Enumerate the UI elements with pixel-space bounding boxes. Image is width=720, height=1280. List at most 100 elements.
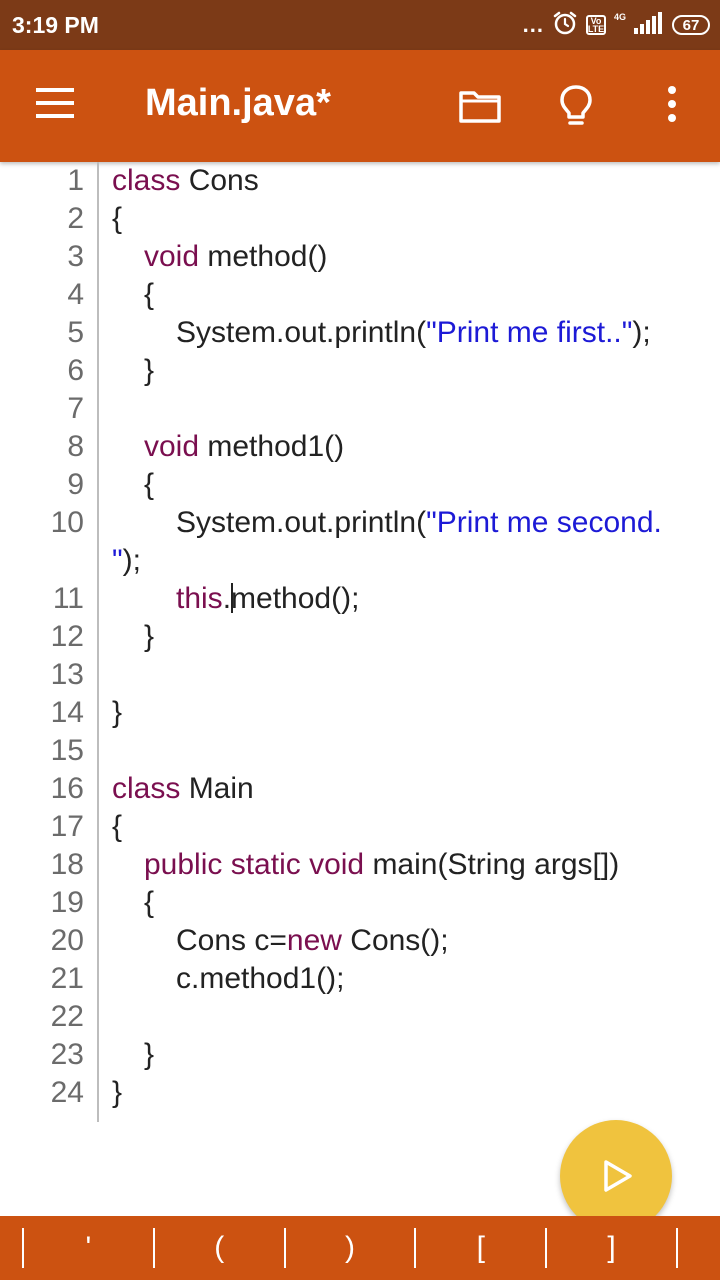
keyword: void bbox=[144, 240, 200, 273]
code-line[interactable]: 18 public static void main(String args[]… bbox=[0, 846, 720, 884]
status-bar: 3:19 PM ... Vo LTE 4G 67 bbox=[0, 0, 720, 50]
status-icons: ... Vo LTE 4G 67 bbox=[523, 10, 710, 40]
symbol-key-quote[interactable]: ' bbox=[24, 1216, 153, 1280]
code-line[interactable]: 13 bbox=[0, 656, 720, 694]
code-token: method1() bbox=[199, 430, 345, 463]
line-number: 16 bbox=[50, 772, 84, 805]
line-number: 20 bbox=[50, 924, 84, 957]
code-line[interactable]: 23 } bbox=[0, 1036, 720, 1074]
line-number: 9 bbox=[67, 468, 84, 501]
line-number: 24 bbox=[50, 1076, 84, 1109]
code-line[interactable]: 3 void method() bbox=[0, 238, 720, 276]
keyword: void bbox=[144, 430, 200, 463]
code-token: System.out.println( bbox=[176, 316, 427, 349]
code-text: "); bbox=[112, 542, 141, 580]
code-text: { bbox=[144, 886, 155, 919]
code-editor[interactable]: 1 class Cons 2 { 3 void method() 4 { 5 S… bbox=[0, 162, 720, 1216]
line-number: 14 bbox=[50, 696, 84, 729]
code-line[interactable]: 8 void method1() bbox=[0, 428, 720, 466]
code-token: method(); bbox=[231, 582, 360, 615]
code-line[interactable]: 24 } bbox=[0, 1074, 720, 1112]
code-line-wrap[interactable]: "); bbox=[0, 542, 720, 580]
code-line[interactable]: 5 System.out.println("Print me first..")… bbox=[0, 314, 720, 352]
code-token: ); bbox=[122, 544, 141, 577]
line-number: 15 bbox=[50, 734, 84, 767]
code-text: void method() bbox=[144, 238, 327, 276]
code-line[interactable]: 21 c.method1(); bbox=[0, 960, 720, 998]
symbol-key-close-paren[interactable]: ) bbox=[286, 1216, 415, 1280]
code-line[interactable]: 14 } bbox=[0, 694, 720, 732]
keyword: new bbox=[286, 924, 342, 957]
code-line[interactable]: 11 this.method(); bbox=[0, 580, 720, 618]
line-number: 19 bbox=[50, 886, 84, 919]
network-type: 4G bbox=[613, 12, 626, 22]
line-number: 21 bbox=[50, 962, 84, 995]
string-literal: "Print me first.." bbox=[426, 316, 633, 349]
keyword: class bbox=[112, 164, 181, 197]
keyword: class bbox=[112, 772, 181, 805]
code-line[interactable]: 10 System.out.println("Print me second. bbox=[0, 504, 720, 542]
code-text: System.out.println("Print me second. bbox=[176, 504, 662, 542]
symbol-key-open-paren[interactable]: ( bbox=[155, 1216, 284, 1280]
code-text: System.out.println("Print me first.."); bbox=[176, 314, 651, 352]
code-line[interactable]: 15 bbox=[0, 732, 720, 770]
line-number: 22 bbox=[50, 1000, 84, 1033]
code-line[interactable]: 7 bbox=[0, 390, 720, 428]
code-line[interactable]: 19 { bbox=[0, 884, 720, 922]
line-number: 12 bbox=[50, 620, 84, 653]
code-token: Cons c= bbox=[176, 924, 287, 957]
more-vert-icon[interactable] bbox=[664, 86, 680, 126]
code-text: Cons c=new Cons(); bbox=[176, 922, 449, 960]
code-line[interactable]: 16 class Main bbox=[0, 770, 720, 808]
line-number: 11 bbox=[52, 582, 84, 615]
app-bar: Main.java* bbox=[0, 50, 720, 162]
keyword: public static void bbox=[144, 848, 365, 881]
file-title: Main.java* bbox=[145, 82, 331, 124]
code-token: Cons(); bbox=[341, 924, 449, 957]
symbol-key-open-bracket[interactable]: [ bbox=[416, 1216, 545, 1280]
code-line[interactable]: 4 { bbox=[0, 276, 720, 314]
notification-dots-icon: ... bbox=[522, 12, 544, 37]
code-line[interactable]: 6 } bbox=[0, 352, 720, 390]
code-line[interactable]: 1 class Cons bbox=[0, 162, 720, 200]
line-number: 17 bbox=[50, 810, 84, 843]
code-line[interactable]: 17 { bbox=[0, 808, 720, 846]
volte-icon: Vo LTE bbox=[585, 15, 606, 35]
line-number: 8 bbox=[67, 430, 84, 463]
lightbulb-icon[interactable] bbox=[558, 84, 594, 128]
symbol-key-close-bracket[interactable]: ] bbox=[547, 1216, 676, 1280]
line-number: 6 bbox=[67, 354, 84, 387]
alarm-icon bbox=[552, 10, 578, 41]
code-line[interactable]: 20 Cons c=new Cons(); bbox=[0, 922, 720, 960]
code-text: { bbox=[144, 468, 155, 501]
code-text: { bbox=[112, 810, 123, 843]
code-text: this.method(); bbox=[176, 580, 359, 618]
code-token: Main bbox=[180, 772, 254, 805]
code-text: } bbox=[144, 1038, 155, 1071]
code-token: method() bbox=[199, 240, 328, 273]
code-line[interactable]: 9 { bbox=[0, 466, 720, 504]
line-number: 3 bbox=[67, 240, 84, 273]
code-token: . bbox=[222, 582, 232, 615]
symbol-bar: ' ( ) [ ] bbox=[0, 1216, 720, 1280]
code-line[interactable]: 2 { bbox=[0, 200, 720, 238]
line-number: 1 bbox=[67, 164, 84, 197]
code-text: class Main bbox=[112, 770, 254, 808]
folder-icon[interactable] bbox=[458, 88, 502, 124]
keyword: this bbox=[176, 582, 223, 615]
string-literal: "Print me second. bbox=[426, 506, 662, 539]
line-number: 5 bbox=[67, 316, 84, 349]
code-text: void method1() bbox=[144, 428, 344, 466]
code-token: ); bbox=[632, 316, 651, 349]
line-number: 10 bbox=[50, 506, 84, 539]
hamburger-icon[interactable] bbox=[36, 88, 76, 124]
line-number: 7 bbox=[67, 392, 84, 425]
code-line[interactable]: 12 } bbox=[0, 618, 720, 656]
battery-icon: 67 bbox=[672, 15, 710, 35]
code-text: } bbox=[112, 696, 123, 729]
status-time: 3:19 PM bbox=[12, 12, 99, 38]
code-text: class Cons bbox=[112, 162, 259, 200]
line-number: 13 bbox=[50, 658, 84, 691]
code-text: } bbox=[144, 354, 155, 387]
code-line[interactable]: 22 bbox=[0, 998, 720, 1036]
